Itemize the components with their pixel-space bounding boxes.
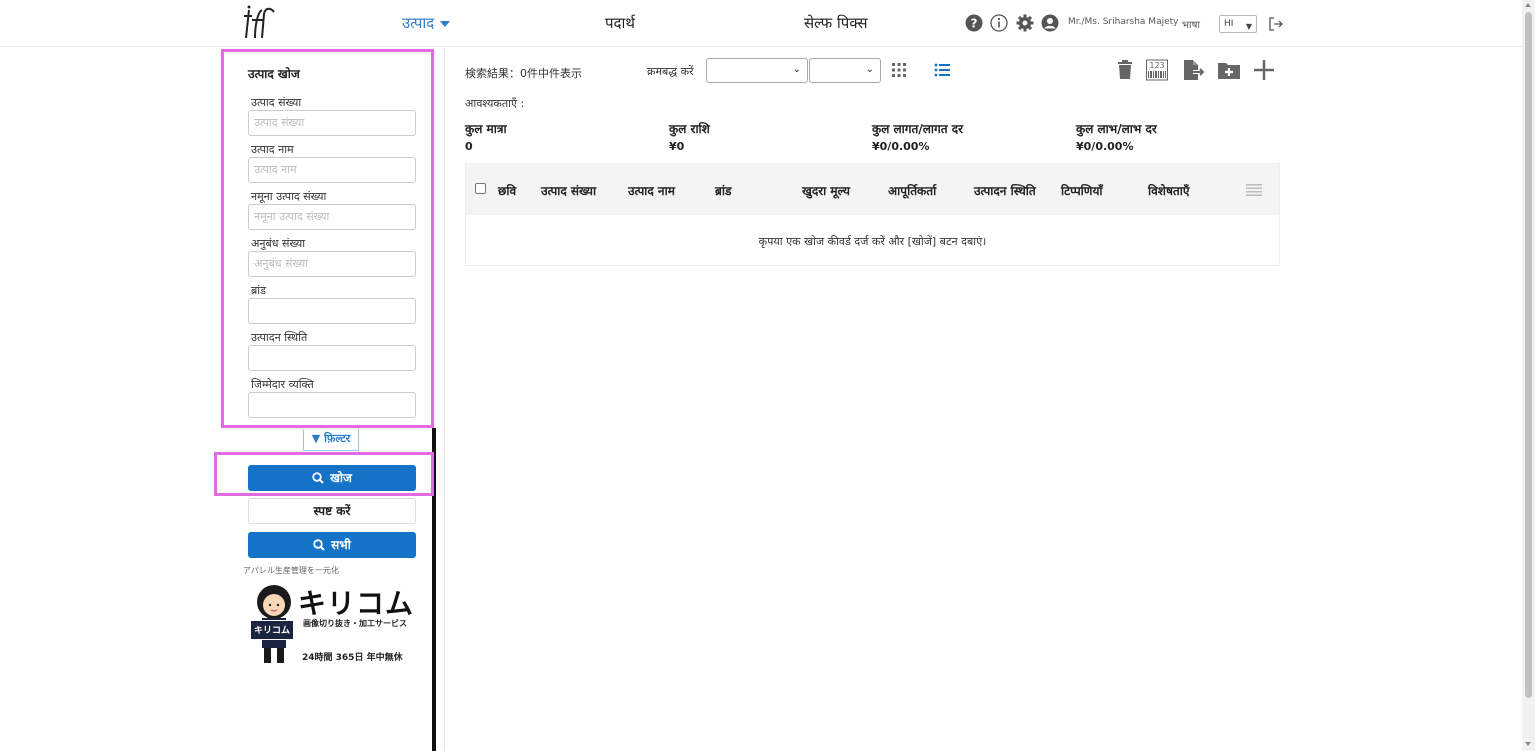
brand-label: ब्रांड <box>251 284 267 297</box>
total-profit-value: ¥0/0.00% <box>1076 140 1134 153</box>
chevron-down-icon: ▼ <box>1245 22 1252 31</box>
chevron-down-icon: ⌄ <box>865 64 874 75</box>
user-avatar-icon[interactable] <box>1041 14 1059 32</box>
product-name-label: उत्पाद नाम <box>251 143 294 156</box>
sort-field-select[interactable]: ⌄ <box>706 58 808 83</box>
search-all-button[interactable]: सभी <box>248 532 416 558</box>
promo-subtitle: 画像切り抜き・加工サービス <box>303 619 407 628</box>
file-export-icon[interactable] <box>1181 58 1205 82</box>
column-remarks[interactable]: टिप्पणियाँ <box>1061 182 1103 199</box>
table-header: छवि उत्पाद संख्या उत्पाद नाम ब्रांड खुदर… <box>466 164 1279 215</box>
column-image[interactable]: छवि <box>498 182 516 199</box>
column-product-number[interactable]: उत्पाद संख्या <box>541 182 596 199</box>
chevron-down-icon: ⌄ <box>792 64 801 75</box>
total-amount-value: ¥0 <box>669 140 685 153</box>
product-search-panel: उत्पाद खोज उत्पाद संख्या उत्पाद संख्या उ… <box>221 49 434 428</box>
product-number-label: उत्पाद संख्या <box>251 96 302 109</box>
products-table: छवि उत्पाद संख्या उत्पाद नाम ब्रांड खुदर… <box>465 163 1280 266</box>
responsible-person-input[interactable] <box>248 392 416 418</box>
sort-order-select[interactable]: ⌄ <box>809 58 881 83</box>
scroll-up-arrow-icon[interactable] <box>1525 3 1531 7</box>
brand-input[interactable] <box>248 298 416 324</box>
clear-button[interactable]: स्पष्ट करें <box>248 498 416 524</box>
nav-materials[interactable]: पदार्थ <box>605 13 635 33</box>
filter-icon: ▼ <box>311 432 321 445</box>
responsible-person-label: जिम्मेदार व्यक्ति <box>251 378 314 391</box>
sample-number-label: नमूना उत्पाद संख्या <box>251 190 327 203</box>
add-icon[interactable] <box>1252 58 1276 82</box>
nav-products[interactable]: उत्पाद <box>402 13 451 33</box>
production-status-input[interactable] <box>248 345 416 371</box>
requirements-label: आवश्यकताएँ : <box>465 97 525 110</box>
language-select[interactable]: HI ▼ <box>1219 15 1257 33</box>
promo-hours: 24時間 365日 年中無休 <box>302 653 403 663</box>
product-number-input[interactable]: उत्पाद संख्या <box>248 110 416 136</box>
total-cost-label: कुल लागत/लागत दर <box>872 122 964 136</box>
svg-text:?: ? <box>971 17 978 31</box>
select-all-checkbox[interactable] <box>475 183 486 194</box>
total-quantity-value: 0 <box>465 140 473 153</box>
page-scrollbar[interactable] <box>1522 0 1535 751</box>
language-label: भाषा <box>1182 20 1200 31</box>
column-retail-price[interactable]: खुदरा मूल्य <box>802 182 850 199</box>
total-quantity-label: कुल मात्रा <box>465 122 507 136</box>
sort-label: क्रमबद्ध करें <box>647 65 694 78</box>
grid-view-icon[interactable] <box>891 62 907 78</box>
column-menu-icon[interactable] <box>1246 184 1262 196</box>
search-icon <box>312 472 324 484</box>
total-amount-label: कुल राशि <box>669 122 710 136</box>
barcode-icon[interactable]: 123 <box>1145 58 1169 82</box>
search-panel-title: उत्पाद खोज <box>248 67 300 81</box>
nav-self-pics[interactable]: सेल्फ पिक्स <box>804 13 868 33</box>
promo-badge: キリコム <box>250 620 294 640</box>
svg-text:123: 123 <box>1149 61 1164 70</box>
product-name-input[interactable]: उत्पाद नाम <box>248 157 416 183</box>
scroll-thumb[interactable] <box>1525 12 1532 698</box>
filter-button[interactable]: ▼ फ़िल्टर <box>303 429 359 451</box>
sidebar-border <box>444 48 445 751</box>
promo-banner[interactable]: キリコム キリコム 画像切り抜き・加工サービス 24時間 365日 年中無休 <box>246 580 418 666</box>
contract-number-label: अनुबंध संख्या <box>251 237 306 250</box>
scroll-down-arrow-icon[interactable] <box>1525 742 1531 746</box>
top-header: उत्पाद पदार्थ सेल्फ पिक्स ? Mr./Ms. Srih… <box>0 0 1522 47</box>
caret-down-icon <box>440 20 451 27</box>
contract-number-input[interactable]: अनुबंध संख्या <box>248 251 416 277</box>
search-icon <box>313 539 325 551</box>
promo-caption: アパレル生産管理を一元化 <box>243 566 339 575</box>
list-view-icon[interactable] <box>934 62 950 78</box>
column-brand[interactable]: ब्रांड <box>715 182 731 199</box>
production-status-label: उत्पादन स्थिति <box>251 331 308 344</box>
search-button[interactable]: खोज <box>248 465 416 491</box>
results-count: 検索結果：0件中件表示 <box>465 67 582 80</box>
trash-icon[interactable] <box>1113 58 1137 82</box>
gear-icon[interactable] <box>1016 14 1034 32</box>
total-profit-label: कुल लाभ/लाभ दर <box>1076 122 1157 136</box>
column-production-status[interactable]: उत्पादन स्थिति <box>974 182 1036 199</box>
empty-table-message: कृपया एक खोज कीवर्ड दर्ज करें और [खोजें]… <box>758 235 987 248</box>
column-product-name[interactable]: उत्पाद नाम <box>628 182 675 199</box>
logout-icon[interactable] <box>1268 16 1284 32</box>
column-supplier[interactable]: आपूर्तिकर्ता <box>888 182 936 199</box>
user-name: Mr./Ms. Sriharsha Majety <box>1068 17 1179 27</box>
promo-title: キリコム <box>298 587 415 620</box>
column-features[interactable]: विशेषताएँ <box>1148 182 1189 199</box>
total-cost-value: ¥0/0.00% <box>872 140 930 153</box>
folder-add-icon[interactable] <box>1217 58 1241 82</box>
app-logo[interactable] <box>240 4 280 42</box>
info-icon[interactable] <box>990 14 1008 32</box>
sample-number-input[interactable]: नमूना उत्पाद संख्या <box>248 204 416 230</box>
help-icon[interactable]: ? <box>965 14 983 32</box>
